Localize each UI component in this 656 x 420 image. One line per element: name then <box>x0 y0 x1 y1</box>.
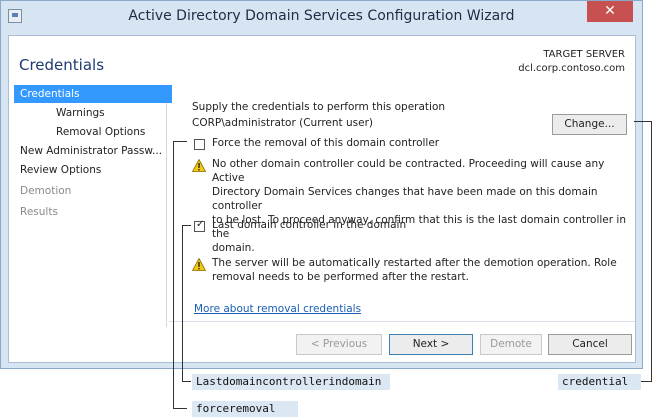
warning-icon <box>192 258 206 271</box>
warning-line: Directory Domain Services changes that h… <box>212 186 598 212</box>
forceremoval-leader-bottom <box>173 408 187 409</box>
window-title: Active Directory Domain Services Configu… <box>128 8 515 24</box>
nav-item-results: Results <box>20 206 58 218</box>
callout-credential: credential <box>558 374 641 390</box>
page-title: Credentials <box>19 56 105 74</box>
warning-message-restart: The server will be automatically restart… <box>212 256 617 284</box>
close-button[interactable]: ✕ <box>587 1 633 22</box>
warning-line: The server will be automatically restart… <box>212 257 617 269</box>
cancel-button[interactable]: Cancel <box>548 334 632 355</box>
target-server-value: dcl.corp.contoso.com <box>518 63 625 74</box>
warning-line: domain. <box>212 242 255 254</box>
credential-leader-bottom <box>640 381 652 382</box>
warning-message-contraction: No other domain controller could be cont… <box>212 157 635 255</box>
force-removal-checkbox[interactable] <box>194 139 205 150</box>
lastdc-leader-top <box>182 225 191 226</box>
forceremoval-leader-top <box>173 141 187 142</box>
callout-lastdomaincontroller: Lastdomaincontrollerindomain <box>192 374 390 390</box>
supply-credentials-text: Supply the credentials to perform this o… <box>192 101 446 113</box>
warning-icon <box>192 159 206 172</box>
force-removal-label: Force the removal of this domain control… <box>212 137 440 149</box>
wizard-window: Active Directory Domain Services Configu… <box>0 0 643 369</box>
last-dc-checkbox[interactable]: ✓ <box>194 219 205 232</box>
last-dc-label: Last domain controller in the domain <box>212 219 407 231</box>
callout-forceremoval: forceremoval <box>192 401 298 417</box>
next-button[interactable]: Next > <box>389 334 473 355</box>
warning-line: removal needs to be performed after the … <box>212 271 469 283</box>
warning-line: No other domain controller could be cont… <box>212 158 605 184</box>
wizard-content: Credentials TARGET SERVER dcl.corp.conto… <box>8 35 636 363</box>
checkmark-icon: ✓ <box>196 219 205 230</box>
nav-item-review-options[interactable]: Review Options <box>14 161 172 179</box>
nav-item-removal-options[interactable]: Removal Options <box>14 123 208 141</box>
previous-button[interactable]: < Previous <box>296 334 382 355</box>
nav-item-credentials[interactable]: Credentials <box>14 85 172 103</box>
credential-leader-vertical <box>651 121 652 382</box>
lastdc-leader-bottom <box>182 381 191 382</box>
change-button[interactable]: Change... <box>552 114 627 135</box>
current-user-text: CORP\administrator (Current user) <box>192 117 373 129</box>
nav-item-new-admin-password[interactable]: New Administrator Passw... <box>14 142 172 160</box>
wizard-nav: Credentials Warnings Removal Options New… <box>14 85 172 327</box>
target-server-label: TARGET SERVER <box>543 49 625 60</box>
nav-item-demotion: Demotion <box>20 185 72 197</box>
nav-item-warnings[interactable]: Warnings <box>14 104 208 122</box>
more-about-credentials-link[interactable]: More about removal credentials <box>194 303 361 315</box>
forceremoval-leader-vertical <box>173 141 174 409</box>
footer-divider <box>169 321 635 322</box>
credential-leader-top <box>634 121 652 122</box>
lastdc-leader-vertical <box>182 225 183 382</box>
demote-button[interactable]: Demote <box>480 334 542 355</box>
title-bar: Active Directory Domain Services Configu… <box>1 1 642 35</box>
